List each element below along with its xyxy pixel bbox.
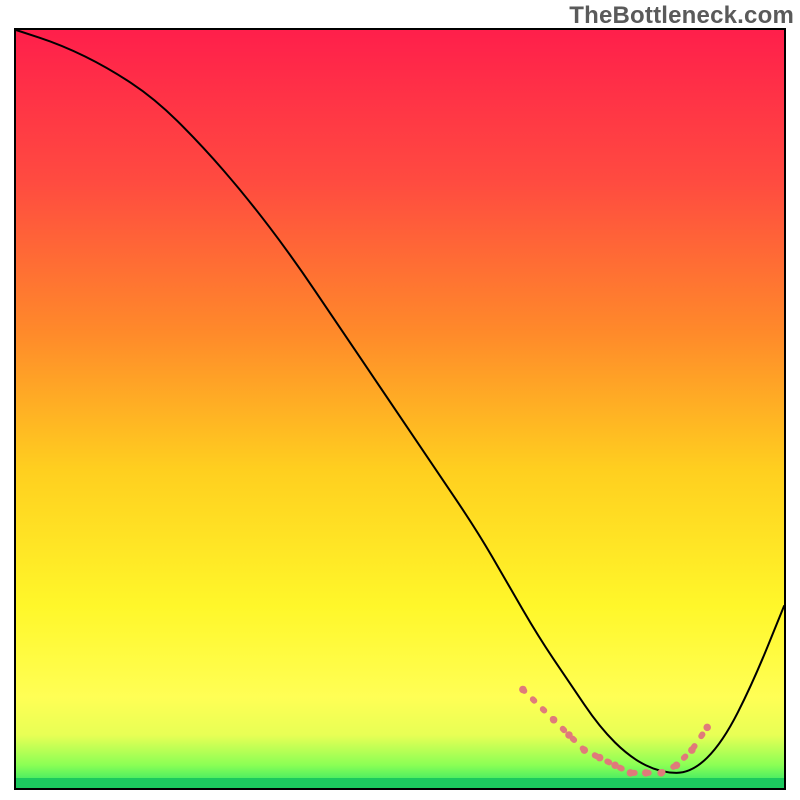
chart-frame: TheBottleneck.com xyxy=(0,0,800,800)
plot-border xyxy=(14,28,786,790)
watermark-text: TheBottleneck.com xyxy=(569,2,794,30)
plot-area xyxy=(14,28,786,790)
